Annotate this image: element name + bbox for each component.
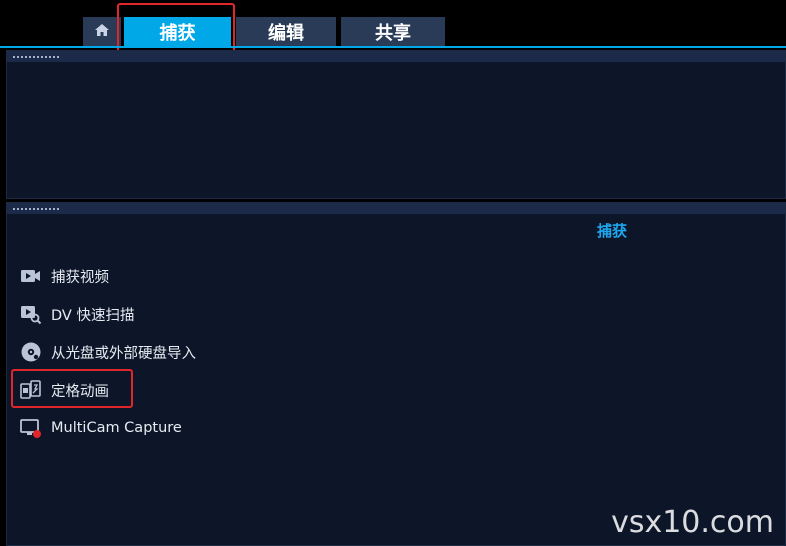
preview-panel-header <box>7 51 785 62</box>
drag-grip-icon[interactable] <box>12 208 60 210</box>
multicam-capture-item[interactable]: MultiCam Capture <box>20 416 182 440</box>
library-panel-header <box>7 203 785 214</box>
watermark-text: vsx10.com <box>611 505 774 540</box>
multicam-capture-icon <box>20 417 42 439</box>
section-title: 捕获 <box>596 222 627 240</box>
tab-home[interactable] <box>83 17 121 46</box>
dv-scan-label: DV 快速扫描 <box>51 307 135 324</box>
home-icon <box>94 21 110 42</box>
capture-video-label: 捕获视频 <box>51 269 109 286</box>
tab-edit[interactable]: 编辑 <box>236 17 336 46</box>
tab-underline <box>0 46 786 48</box>
dv-scan-icon <box>20 303 42 325</box>
multicam-capture-label: MultiCam Capture <box>51 420 182 436</box>
tab-share[interactable]: 共享 <box>341 17 445 46</box>
capture-video-icon <box>20 265 42 287</box>
drag-grip-icon[interactable] <box>12 56 60 58</box>
dv-scan-item[interactable]: DV 快速扫描 <box>20 302 134 326</box>
preview-panel <box>6 50 786 199</box>
tab-edit-label: 编辑 <box>268 22 304 44</box>
capture-video-item[interactable]: 捕获视频 <box>20 264 109 288</box>
disc-import-label: 从光盘或外部硬盘导入 <box>51 345 196 362</box>
stop-motion-highlight <box>11 369 133 408</box>
disc-import-icon <box>20 341 42 363</box>
disc-import-item[interactable]: 从光盘或外部硬盘导入 <box>20 340 196 364</box>
tab-share-label: 共享 <box>375 22 411 44</box>
